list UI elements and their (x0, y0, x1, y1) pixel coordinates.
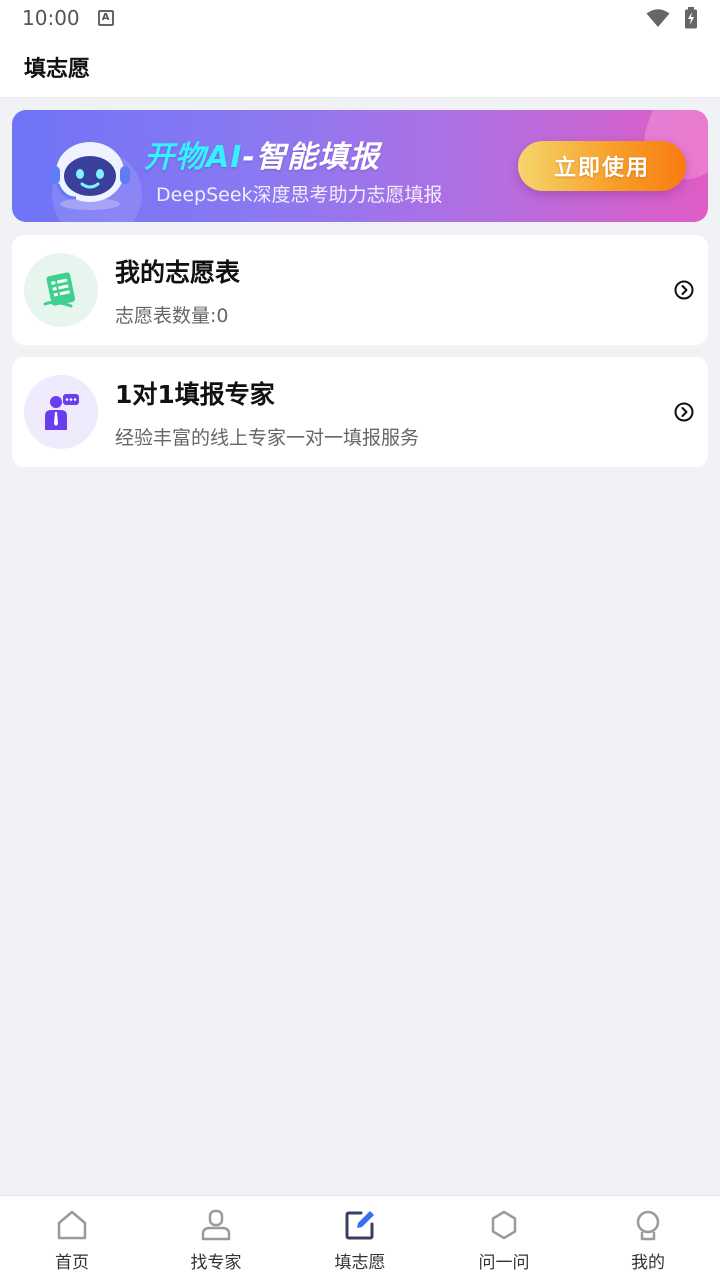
tab-label: 填志愿 (334, 1253, 386, 1273)
card-title: 1对1填报专家 (115, 380, 275, 409)
page-title: 填志愿 (24, 56, 91, 82)
status-bar: 10:00 A (0, 0, 720, 36)
tab-fill-volunteer[interactable]: 填志愿 (288, 1196, 432, 1280)
battery-charging-icon (685, 7, 697, 29)
chevron-right-circle-icon[interactable] (674, 402, 694, 422)
checklist-document-icon (43, 272, 76, 308)
robot-mascot-icon (50, 142, 130, 210)
wifi-icon (646, 9, 670, 27)
banner-subtitle: DeepSeek深度思考助力志愿填报 (156, 184, 443, 206)
home-icon (57, 1210, 87, 1240)
tab-label: 问一问 (478, 1253, 530, 1273)
expert-service-card[interactable]: 1对1填报专家 经验丰富的线上专家一对一填报服务 (12, 357, 708, 467)
tab-home[interactable]: 首页 (0, 1196, 144, 1280)
card-subtitle: 志愿表数量:0 (115, 305, 229, 327)
banner-title: 开物AI-智能填报 (144, 132, 380, 176)
use-now-button[interactable]: 立即使用 (518, 141, 686, 191)
tab-find-expert[interactable]: 找专家 (144, 1196, 288, 1280)
a-badge-icon: A (97, 10, 114, 26)
tab-mine[interactable]: 我的 (576, 1196, 720, 1280)
page-header: 填志愿 (0, 36, 720, 98)
profile-badge-icon (636, 1210, 660, 1241)
card-title: 我的志愿表 (115, 258, 241, 287)
card-icon-circle (24, 253, 98, 327)
banner-title-rest: -智能填报 (242, 140, 380, 175)
banner-title-accent: 开物AI (144, 140, 243, 175)
tab-label: 找专家 (190, 1253, 242, 1273)
bottom-tab-bar: 首页 找专家 填志愿 问一问 我的 (0, 1195, 720, 1280)
edit-form-icon (345, 1211, 374, 1240)
my-volunteer-table-card[interactable]: 我的志愿表 志愿表数量:0 (12, 235, 708, 345)
chevron-right-circle-icon[interactable] (674, 280, 694, 300)
hexagon-icon (491, 1210, 517, 1240)
card-icon-circle (24, 375, 98, 449)
tab-ask[interactable]: 问一问 (432, 1196, 576, 1280)
expert-chat-icon (45, 394, 79, 430)
person-icon (201, 1209, 231, 1241)
tab-label: 首页 (55, 1253, 89, 1273)
status-time: 10:00 (22, 6, 80, 30)
tab-label: 我的 (631, 1253, 665, 1273)
ai-banner[interactable]: 开物AI-智能填报 DeepSeek深度思考助力志愿填报 立即使用 (12, 110, 708, 222)
card-subtitle: 经验丰富的线上专家一对一填报服务 (115, 427, 420, 449)
